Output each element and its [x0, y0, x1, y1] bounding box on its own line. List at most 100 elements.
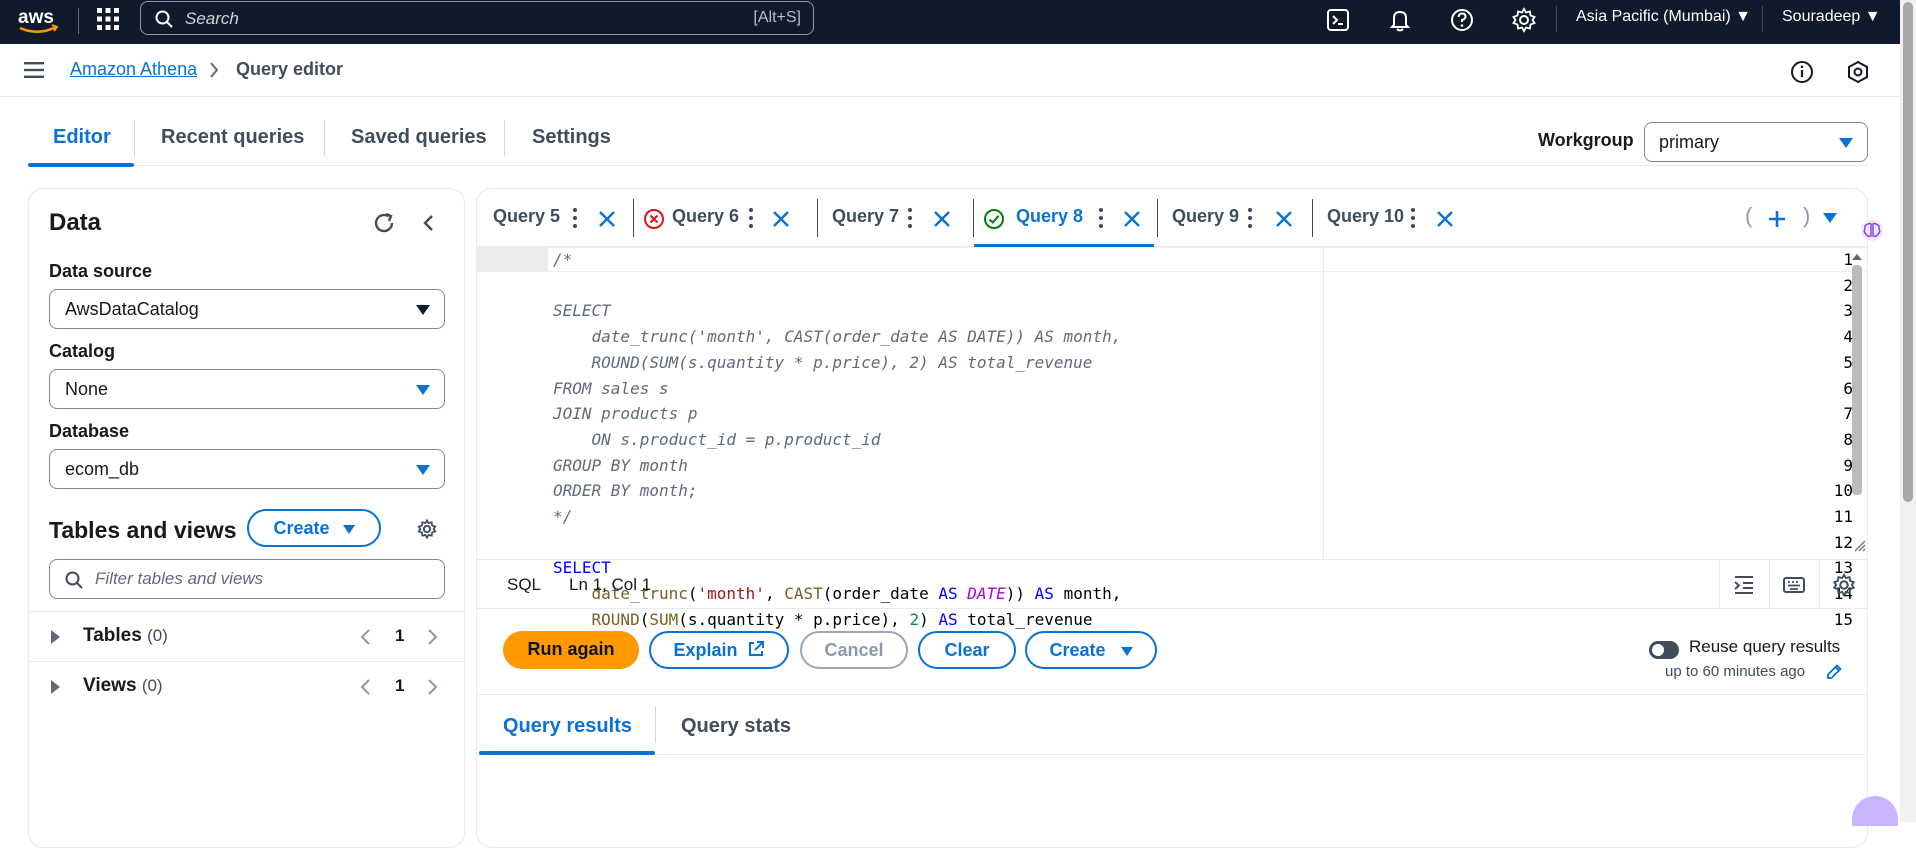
filter-placeholder: Filter tables and views — [95, 569, 264, 588]
query-tab-9[interactable]: Query 9 — [1158, 189, 1312, 247]
query-tab-7[interactable]: Query 7 — [818, 189, 968, 247]
table-settings-gear-icon[interactable] — [416, 518, 438, 540]
keyboard-shortcuts-icon[interactable] — [1781, 572, 1807, 598]
caret-down-icon — [1839, 138, 1853, 148]
tab-editor[interactable]: Editor — [53, 126, 111, 149]
account-menu[interactable]: Souradeep ▼ — [1782, 8, 1881, 26]
catalog-select[interactable]: None — [49, 369, 445, 409]
tab-settings[interactable]: Settings — [532, 126, 611, 149]
editor-settings-gear-icon[interactable] — [1831, 572, 1857, 598]
chevron-right-icon[interactable] — [425, 678, 439, 696]
breadcrumb-amazon-athena[interactable]: Amazon Athena — [70, 59, 197, 80]
tab-list-caret-icon[interactable] — [1823, 213, 1837, 223]
refresh-icon[interactable] — [372, 211, 396, 235]
search-icon — [65, 571, 83, 589]
external-link-icon — [748, 641, 764, 656]
tab-scroll-right-icon[interactable]: ) — [1803, 203, 1810, 229]
help-icon[interactable] — [1448, 6, 1476, 34]
tab-recent-queries[interactable]: Recent queries — [161, 126, 304, 149]
edit-pencil-icon[interactable] — [1825, 663, 1843, 681]
tab-divider — [134, 120, 135, 156]
sql-code-editor[interactable]: 1 /* 2 3 SELECT 4 date_trunc('month', CAST(or… — [477, 247, 1867, 629]
active-tab-indicator — [28, 163, 134, 167]
editor-scrollbar[interactable] — [1852, 265, 1862, 495]
global-search-input[interactable]: Search [Alt+S] — [140, 1, 814, 35]
query-tab-8[interactable]: Query 8 — [974, 189, 1154, 247]
caret-down-icon: ▼ — [1735, 8, 1751, 25]
tab-query-stats[interactable]: Query stats — [681, 715, 791, 738]
tab-options-icon[interactable] — [749, 208, 753, 228]
format-query-icon[interactable] — [1731, 572, 1757, 598]
filter-tables-input[interactable]: Filter tables and views — [49, 559, 445, 599]
query-tab-label: Query 10 — [1327, 206, 1405, 226]
active-tab-indicator — [479, 751, 655, 755]
line-number: 8 — [1843, 429, 1853, 449]
close-icon[interactable] — [1122, 209, 1142, 229]
data-source-select[interactable]: AwsDataCatalog — [49, 289, 445, 329]
tab-options-icon[interactable] — [1411, 208, 1415, 228]
search-shortcut: [Alt+S] — [753, 9, 801, 26]
line-number: 4 — [1843, 327, 1853, 347]
expand-caret-icon — [51, 630, 60, 644]
settings-gear-icon[interactable] — [1510, 6, 1538, 34]
cancel-button[interactable]: Cancel — [800, 631, 908, 669]
statusbar-divider — [1769, 560, 1770, 610]
tab-options-icon[interactable] — [573, 208, 577, 228]
tab-options-icon[interactable] — [1248, 208, 1252, 228]
resize-handle-icon[interactable] — [1853, 539, 1867, 553]
database-select[interactable]: ecom_db — [49, 449, 445, 489]
services-grid-icon[interactable] — [96, 7, 120, 31]
tab-options-icon[interactable] — [908, 208, 912, 228]
print-margin-guide — [1323, 247, 1324, 559]
aws-logo[interactable]: aws — [16, 6, 60, 36]
hexagon-icon[interactable] — [1846, 60, 1870, 84]
close-icon[interactable] — [1274, 209, 1294, 229]
tab-scroll-left-icon[interactable]: ( — [1745, 203, 1752, 229]
chevron-right-icon[interactable] — [425, 628, 439, 646]
clear-button[interactable]: Clear — [918, 631, 1016, 669]
close-icon[interactable] — [932, 209, 952, 229]
line-number: 9 — [1843, 455, 1853, 475]
chevron-left-icon[interactable] — [359, 678, 373, 696]
data-source-label: Data source — [49, 261, 153, 281]
close-icon[interactable] — [771, 209, 791, 229]
page-scrollbar[interactable] — [1900, 0, 1916, 822]
create-label: Create — [273, 518, 330, 538]
scroll-up-arrow-icon[interactable] — [1851, 251, 1863, 263]
query-tab-10[interactable]: Query 10 — [1313, 189, 1473, 247]
add-query-tab-icon[interactable] — [1767, 209, 1787, 229]
region-selector[interactable]: Asia Pacific (Mumbai) ▼ — [1576, 8, 1751, 26]
notifications-bell-icon[interactable] — [1386, 6, 1414, 34]
query-tab-label: Query 5 — [493, 206, 561, 226]
line-number: 7 — [1843, 404, 1853, 424]
run-again-button[interactable]: Run again — [503, 631, 639, 669]
collapse-panel-icon[interactable] — [419, 213, 439, 233]
workgroup-value: primary — [1659, 132, 1720, 152]
tab-options-icon[interactable] — [1099, 208, 1103, 228]
explain-button[interactable]: Explain — [649, 631, 789, 669]
database-value: ecom_db — [65, 459, 140, 479]
info-icon[interactable] — [1790, 60, 1814, 84]
workgroup-select[interactable]: primary — [1644, 122, 1868, 162]
query-tab-5[interactable]: Query 5 — [477, 189, 633, 247]
line-number: 5 — [1843, 352, 1853, 372]
reuse-results-toggle[interactable] — [1649, 641, 1679, 659]
cloudshell-icon[interactable] — [1324, 6, 1352, 34]
views-tree-row[interactable]: Views (0) 1 — [29, 661, 464, 711]
close-icon[interactable] — [597, 209, 617, 229]
close-icon[interactable] — [1435, 209, 1455, 229]
chevron-left-icon[interactable] — [359, 628, 373, 646]
tables-tree-row[interactable]: Tables (0) 1 — [29, 611, 464, 661]
topbar-divider — [78, 8, 79, 34]
create-button[interactable]: Create — [1025, 631, 1157, 669]
breadcrumb-bar: Amazon Athena Query editor — [0, 44, 1900, 97]
assistant-brain-icon[interactable] — [1860, 218, 1884, 242]
line-number: 11 — [1833, 507, 1853, 526]
query-tab-6[interactable]: Query 6 — [634, 189, 791, 247]
tab-query-results[interactable]: Query results — [503, 715, 632, 738]
views-label: Views — [83, 675, 137, 696]
tab-saved-queries[interactable]: Saved queries — [351, 126, 487, 149]
menu-hamburger-icon[interactable] — [24, 62, 44, 78]
create-table-button[interactable]: Create — [247, 509, 381, 547]
caret-down-icon — [1120, 646, 1133, 656]
